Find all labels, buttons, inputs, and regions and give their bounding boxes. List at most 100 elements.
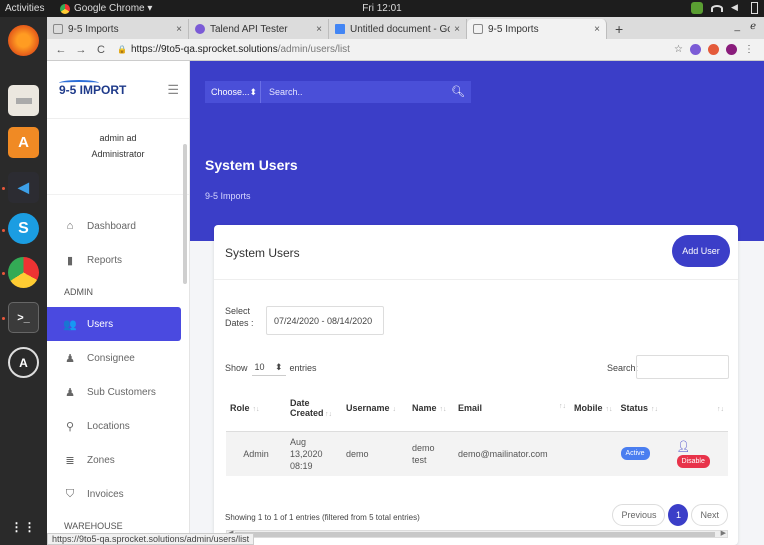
running-indicator xyxy=(2,272,5,275)
scroll-right-icon[interactable]: ▶ xyxy=(721,529,726,537)
skype-icon[interactable]: S xyxy=(8,213,39,244)
sidebar-item-zones[interactable]: ≣ Zones xyxy=(47,443,189,477)
forward-icon[interactable]: → xyxy=(75,44,87,56)
table-header-row: Role ↑↓ Date Created↑↓ Username ↓ Name ↑↓ E… xyxy=(226,385,728,432)
close-tab-icon[interactable]: × xyxy=(454,24,460,35)
restore-icon[interactable]: ℯ xyxy=(750,21,756,32)
shield-icon: ⛉ xyxy=(65,487,75,500)
files-icon[interactable] xyxy=(8,85,39,116)
hamburger-menu-icon[interactable]: ☰ xyxy=(167,82,179,98)
sidebar-item-reports[interactable]: ▮ Reports xyxy=(47,243,189,277)
minimize-icon[interactable]: _ xyxy=(735,21,741,32)
software-icon[interactable]: A xyxy=(8,127,39,158)
close-tab-icon[interactable]: × xyxy=(594,24,600,35)
home-icon: ⌂ xyxy=(66,220,74,232)
sort-icon: ↑↓ xyxy=(559,402,566,410)
breadcrumb[interactable]: 9-5 Imports xyxy=(205,191,251,201)
col-date-created[interactable]: Date Created↑↓ xyxy=(286,385,342,432)
table-row: Admin Aug 13,2020 08:19 demo demo test d… xyxy=(226,431,728,476)
web-page: 9-5 IMPORT ☰ admin ad Administrator ⌂ Da… xyxy=(47,61,764,545)
show-apps-icon[interactable]: ⋮⋮ xyxy=(8,511,39,542)
tab-google-doc[interactable]: Untitled document - Goog × xyxy=(329,19,467,39)
select-dates-text: Select Dates : xyxy=(225,306,254,328)
extension-icon[interactable] xyxy=(708,44,719,55)
app-menu-label: Google Chrome ▾ xyxy=(74,3,153,14)
docs-icon xyxy=(335,24,345,34)
close-tab-icon[interactable]: × xyxy=(316,24,322,35)
date-range-input[interactable]: 07/24/2020 - 08/14/2020 xyxy=(266,306,384,335)
col-name[interactable]: Name ↑↓ xyxy=(408,385,454,432)
map-pin-icon: ⚲ xyxy=(65,420,75,433)
users-table: Role ↑↓ Date Created↑↓ Username ↓ Name ↑↓ E… xyxy=(226,385,728,476)
list-icon: ≣ xyxy=(65,454,75,467)
entries-select[interactable]: 10 ⬍ xyxy=(251,359,286,376)
horizontal-scrollbar[interactable]: ◀ ▶ xyxy=(226,530,728,538)
extension-icon[interactable] xyxy=(690,44,701,55)
search-icon[interactable]: 🔍︎ xyxy=(451,85,465,98)
tab-label: 9-5 Imports xyxy=(488,23,539,35)
col-username[interactable]: Username ↓ xyxy=(342,385,408,432)
ubuntu-dock: A ◀ S >_ A ⋮⋮ xyxy=(0,17,47,545)
add-user-button[interactable]: Add User xyxy=(672,235,730,267)
sidebar-item-sub-customers[interactable]: ♟ Sub Customers xyxy=(47,375,189,409)
sidebar-item-invoices[interactable]: ⛉ Invoices xyxy=(47,477,189,511)
next-button[interactable]: Next xyxy=(691,504,728,526)
close-tab-icon[interactable]: × xyxy=(176,24,182,35)
table-search-input[interactable] xyxy=(636,355,729,379)
sidebar-item-dashboard[interactable]: ⌂ Dashboard xyxy=(47,209,189,243)
card-title: System Users xyxy=(225,246,300,260)
back-icon[interactable]: ← xyxy=(55,44,67,56)
page-1-button[interactable]: 1 xyxy=(668,504,689,526)
url-field[interactable]: 🔒 https://9to5-qa.sprocket.solutions/adm… xyxy=(117,44,674,55)
page-header: System Users 9-5 Imports xyxy=(190,119,764,241)
disable-button[interactable]: Disable xyxy=(676,454,710,468)
reload-icon[interactable]: C xyxy=(95,44,107,56)
tab-9-5-imports-1[interactable]: 9-5 Imports × xyxy=(47,19,189,39)
running-indicator xyxy=(2,187,5,190)
choose-select[interactable]: Choose... ⬍ xyxy=(205,81,261,103)
status-badge[interactable]: Active xyxy=(620,447,650,461)
new-tab-button[interactable]: + xyxy=(607,19,631,39)
col-role[interactable]: Role ↑↓ xyxy=(226,385,286,432)
scroll-thumb[interactable] xyxy=(235,532,715,537)
choose-label: Choose... xyxy=(211,87,250,97)
previous-button[interactable]: Previous xyxy=(612,504,666,526)
chrome-logo-icon xyxy=(60,3,70,14)
sidebar: 9-5 IMPORT ☰ admin ad Administrator ⌂ Da… xyxy=(47,61,190,545)
profile-avatar[interactable] xyxy=(726,44,737,55)
vscode-icon[interactable]: ◀ xyxy=(8,172,39,203)
terminal-icon[interactable]: >_ xyxy=(8,302,39,333)
system-tray[interactable]: ◀ xyxy=(691,2,758,14)
col-email[interactable]: Email ↑↓ xyxy=(454,385,570,432)
firefox-icon[interactable] xyxy=(8,25,39,56)
tab-label: 9-5 Imports xyxy=(68,23,119,35)
app-menu[interactable]: Google Chrome ▾ xyxy=(60,3,152,14)
menu-kebab-icon[interactable]: ⋮ xyxy=(744,44,754,55)
cell-mobile xyxy=(570,431,617,476)
select-arrows-icon: ⬍ xyxy=(274,361,283,372)
sidebar-item-consignee[interactable]: ♟ Consignee xyxy=(47,341,189,375)
top-navbar: Choose... ⬍ Search.. 🔍︎ xyxy=(190,61,764,119)
updater-icon[interactable]: A xyxy=(8,347,39,378)
edit-user-icon[interactable]: 👤︎ xyxy=(677,440,725,453)
col-status[interactable]: Status ↑↓ xyxy=(616,385,673,432)
card-header: System Users Add User xyxy=(214,225,738,280)
tab-talend[interactable]: Talend API Tester × xyxy=(189,19,329,39)
running-indicator xyxy=(2,229,5,232)
chrome-icon[interactable] xyxy=(8,257,39,288)
sidebar-item-label: Locations xyxy=(87,420,130,432)
user-role: Administrator xyxy=(91,149,145,159)
activities-button[interactable]: Activities xyxy=(0,3,60,14)
search-input[interactable]: Search.. xyxy=(261,87,471,97)
sidebar-item-users[interactable]: 👥 Users xyxy=(47,307,181,341)
tab-9-5-imports-active[interactable]: 9-5 Imports × xyxy=(467,19,607,39)
sidebar-item-locations[interactable]: ⚲ Locations xyxy=(47,409,189,443)
col-mobile[interactable]: Mobile ↑↓ xyxy=(570,385,617,432)
sort-icon: ↑↓ xyxy=(717,405,724,413)
logo[interactable]: 9-5 IMPORT xyxy=(59,83,126,97)
update-icon xyxy=(691,2,703,14)
col-actions[interactable]: ↑↓ xyxy=(672,385,728,432)
sidebar-scrollbar[interactable] xyxy=(183,144,187,284)
running-indicator xyxy=(2,317,5,320)
bookmark-star-icon[interactable]: ☆ xyxy=(674,44,683,55)
